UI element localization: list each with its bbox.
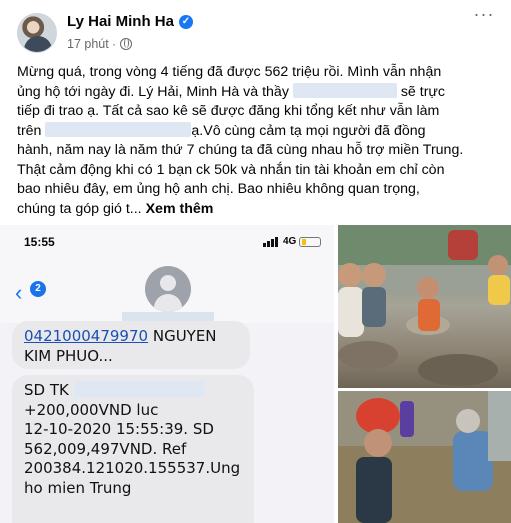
globe-icon — [120, 38, 132, 50]
post-text-line: trên ạ.Vô cùng cảm tạ mọi người đã đồng — [17, 121, 426, 139]
battery-icon — [299, 237, 321, 247]
post-header: Ly Hai Minh Ha ✓ 17 phút · ··· — [0, 0, 511, 60]
verified-badge-icon: ✓ — [179, 15, 193, 29]
message-bubble: SD TK +200,000VND luc 12-10-2020 15:55:3… — [12, 375, 254, 523]
author-name[interactable]: Ly Hai Minh Ha — [67, 13, 174, 30]
redacted-account — [73, 381, 204, 397]
post-text-line: ủng hộ tới ngày đi. Lý Hải, Minh Hà và t… — [17, 82, 446, 100]
redacted-link — [45, 121, 192, 137]
post-text-line: tiếp đi trao ạ. Tất cả sao kê sẽ được đă… — [17, 103, 440, 119]
separator-dot: · — [112, 37, 116, 51]
more-options-icon[interactable]: ··· — [469, 5, 499, 29]
screenshot-image[interactable]: 15:55 4G ‹ 2 0421000479970 NGUYEN KIM PH… — [0, 225, 334, 523]
back-arrow-icon: ‹ — [15, 280, 23, 305]
network-label: 4G — [283, 236, 297, 247]
post-text-line: hành, năm nay là năm thứ 7 chúng ta đã c… — [17, 142, 464, 158]
post-text-line: Mừng quá, trong vòng 4 tiếng đã được 562… — [17, 64, 442, 80]
post-text-line: bao nhiêu đây, em ủng hộ anh chị. Bao nh… — [17, 181, 420, 197]
flood-photo-children[interactable] — [338, 225, 511, 388]
author-avatar[interactable] — [17, 13, 57, 53]
photo-illustration — [338, 391, 511, 523]
status-clock: 15:55 — [24, 235, 55, 249]
post-text-line: chúng ta góp gió t... Xem thêm — [17, 200, 214, 217]
post-timestamp[interactable]: 17 phút — [67, 37, 109, 51]
account-number: 0421000479970 — [24, 327, 149, 345]
post-media[interactable]: 15:55 4G ‹ 2 0421000479970 NGUYEN KIM PH… — [0, 225, 511, 523]
contact-avatar-icon — [145, 266, 191, 312]
back-count-badge: 2 — [30, 281, 46, 297]
message-bubble: 0421000479970 NGUYEN KIM PHUO... — [12, 321, 250, 369]
signal-icon — [263, 237, 279, 247]
post-text: Mừng quá, trong vòng 4 tiếng đã được 562… — [17, 63, 497, 219]
photo-illustration — [338, 225, 511, 386]
redacted-name — [292, 82, 397, 98]
post-text-line: Thật cảm động khi có 1 bạn ck 50k và nhắ… — [17, 161, 445, 178]
flood-photo-rescue[interactable] — [338, 391, 511, 523]
see-more-link[interactable]: Xem thêm — [146, 201, 214, 217]
